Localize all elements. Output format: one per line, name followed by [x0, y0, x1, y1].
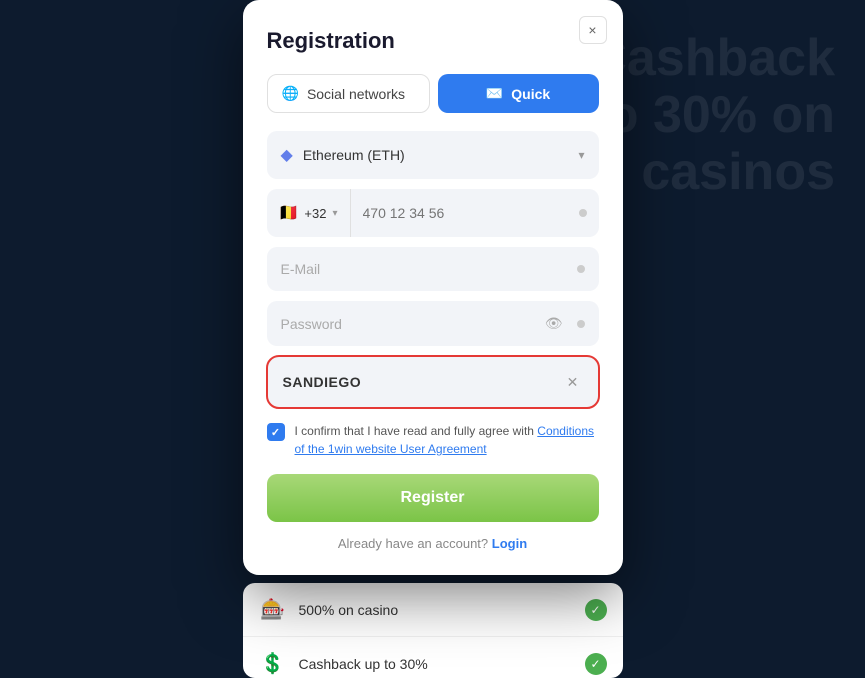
cashback-bonus-label: Cashback up to 30% [299, 656, 573, 672]
modal-overlay: × Registration 🌐 Social networks ✉️ Quic… [0, 0, 865, 678]
password-input[interactable] [281, 316, 535, 332]
bonus-item-casino: 🎰 500% on casino ✓ [243, 583, 623, 637]
cashback-icon: 💲 [259, 651, 287, 676]
modal-title: Registration [267, 28, 599, 54]
email-field-row [267, 247, 599, 291]
country-code-selector[interactable]: 🇧🇪 +32 ▾ [267, 189, 351, 237]
eye-icon[interactable]: 👁 [545, 315, 563, 332]
cashback-check-icon: ✓ [585, 653, 607, 675]
email-tab-icon: ✉️ [486, 85, 503, 102]
casino-bonus-label: 500% on casino [299, 602, 573, 618]
casino-check-icon: ✓ [585, 599, 607, 621]
login-prompt-text: Already have an account? [338, 536, 488, 551]
crypto-dropdown[interactable]: ◆ Ethereum (ETH) ▾ [267, 131, 599, 179]
phone-input[interactable] [351, 191, 579, 235]
username-field-row: ✕ [267, 356, 599, 408]
chevron-down-icon: ▾ [578, 148, 584, 162]
agree-row: ✓ I confirm that I have read and fully a… [267, 422, 599, 458]
phone-chevron-icon: ▾ [332, 208, 337, 219]
bonus-bar: 🎰 500% on casino ✓ 💲 Cashback up to 30% … [243, 583, 623, 678]
social-networks-tab[interactable]: 🌐 Social networks [267, 74, 430, 113]
bonus-item-cashback: 💲 Cashback up to 30% ✓ [243, 637, 623, 678]
crypto-value: Ethereum (ETH) [303, 147, 569, 163]
username-input[interactable] [283, 374, 553, 390]
login-link[interactable]: Login [492, 536, 527, 551]
social-tab-label: Social networks [307, 86, 405, 102]
social-icon: 🌐 [282, 85, 299, 102]
checkmark-icon: ✓ [271, 426, 280, 439]
email-required-dot [577, 265, 585, 273]
phone-required-dot [579, 209, 587, 217]
tab-row: 🌐 Social networks ✉️ Quick [267, 74, 599, 113]
close-button[interactable]: × [579, 16, 607, 44]
phone-field: 🇧🇪 +32 ▾ [267, 189, 599, 237]
eth-icon: ◆ [281, 145, 293, 165]
register-button[interactable]: Register [267, 474, 599, 522]
flag-icon: 🇧🇪 [279, 203, 299, 223]
quick-tab-label: Quick [511, 86, 550, 102]
agree-text: I confirm that I have read and fully agr… [295, 422, 599, 458]
country-code-value: +32 [304, 206, 326, 221]
email-input[interactable] [281, 261, 567, 277]
password-required-dot [577, 320, 585, 328]
quick-tab[interactable]: ✉️ Quick [438, 74, 599, 113]
clear-username-button[interactable]: ✕ [563, 372, 583, 392]
registration-modal: × Registration 🌐 Social networks ✉️ Quic… [243, 0, 623, 575]
casino-icon: 🎰 [259, 597, 287, 622]
password-field-row: 👁 [267, 301, 599, 346]
login-row: Already have an account? Login [267, 536, 599, 551]
agree-checkbox[interactable]: ✓ [267, 423, 285, 441]
